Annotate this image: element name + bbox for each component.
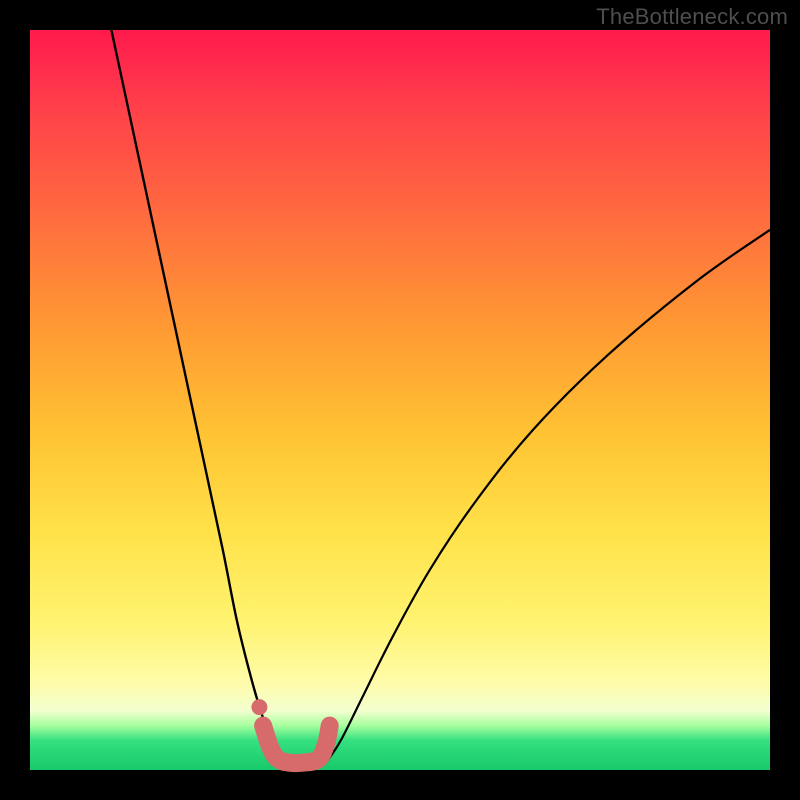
valley-dot <box>251 699 267 715</box>
watermark-text: TheBottleneck.com <box>596 4 788 30</box>
left-curve <box>111 30 281 763</box>
chart-frame: TheBottleneck.com <box>0 0 800 800</box>
valley-marker <box>263 726 330 763</box>
chart-svg <box>30 30 770 770</box>
plot-area <box>30 30 770 770</box>
right-curve <box>326 230 770 763</box>
